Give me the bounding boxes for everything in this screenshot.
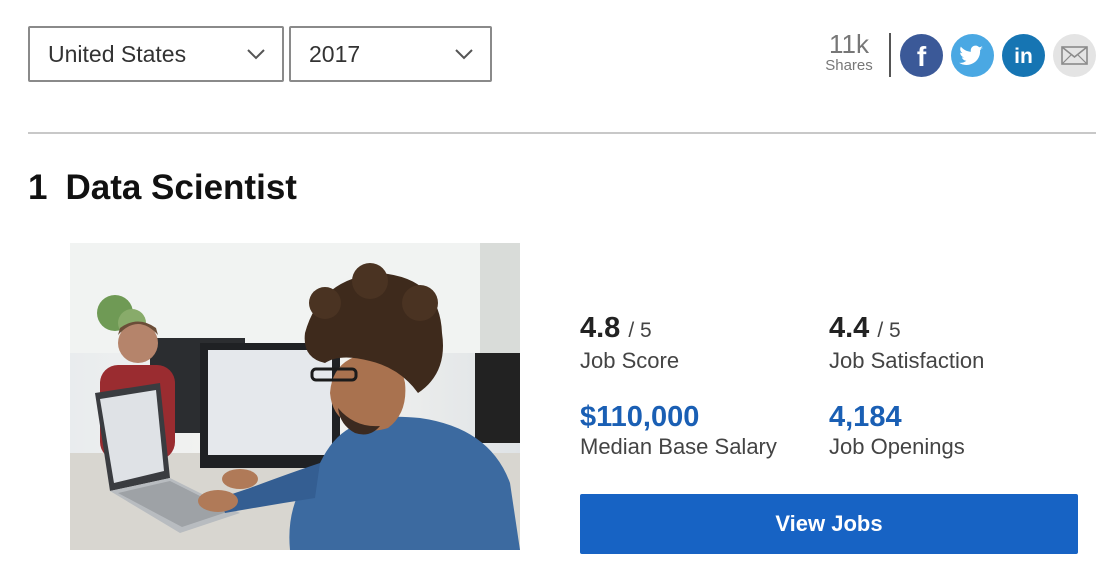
job-openings-stat: 4,184 Job Openings bbox=[829, 402, 965, 460]
year-select-value: 2017 bbox=[309, 40, 361, 67]
email-icon bbox=[1061, 46, 1088, 65]
svg-text:f: f bbox=[917, 41, 927, 72]
job-satisfaction-stat: 4.4 / 5 Job Satisfaction bbox=[829, 313, 984, 374]
country-select[interactable]: United States bbox=[28, 26, 284, 82]
job-heading: 1 Data Scientist bbox=[28, 168, 297, 208]
divider bbox=[889, 33, 891, 77]
job-openings-label: Job Openings bbox=[829, 434, 965, 459]
job-photo bbox=[70, 243, 520, 550]
twitter-share-button[interactable] bbox=[951, 34, 994, 77]
job-score-label: Job Score bbox=[580, 348, 680, 373]
median-salary-label: Median Base Salary bbox=[580, 434, 777, 459]
median-salary-stat: $110,000 Median Base Salary bbox=[580, 402, 777, 460]
svg-text:in: in bbox=[1014, 45, 1033, 68]
job-satisfaction-value-row: 4.4 / 5 bbox=[829, 313, 984, 346]
year-select[interactable]: 2017 bbox=[289, 26, 492, 82]
section-divider bbox=[28, 132, 1096, 134]
job-score-value-row: 4.8 / 5 bbox=[580, 313, 679, 346]
job-satisfaction-label: Job Satisfaction bbox=[829, 348, 985, 373]
facebook-icon: f bbox=[917, 41, 927, 72]
share-count-label: Shares bbox=[825, 57, 873, 74]
email-share-button[interactable] bbox=[1053, 34, 1096, 77]
chevron-down-icon bbox=[247, 49, 265, 60]
twitter-icon bbox=[959, 45, 983, 65]
job-satisfaction-value: 4.4 bbox=[829, 312, 870, 344]
chevron-down-icon bbox=[455, 49, 473, 60]
job-openings-value: 4,184 bbox=[829, 401, 902, 433]
job-score-value: 4.8 bbox=[580, 312, 621, 344]
share-count-value: 11k bbox=[829, 29, 869, 59]
job-score-scale: / 5 bbox=[628, 319, 652, 342]
job-title: Data Scientist bbox=[65, 168, 297, 207]
job-satisfaction-scale: / 5 bbox=[877, 319, 901, 342]
facebook-share-button[interactable]: f bbox=[900, 34, 943, 77]
job-rank: 1 bbox=[28, 168, 48, 207]
job-score-stat: 4.8 / 5 Job Score bbox=[580, 313, 679, 374]
view-jobs-button[interactable]: View Jobs bbox=[580, 494, 1078, 554]
median-salary-value: $110,000 bbox=[580, 401, 700, 433]
country-select-value: United States bbox=[48, 40, 187, 67]
share-count: 11k Shares bbox=[820, 30, 878, 74]
linkedin-icon: in bbox=[1014, 45, 1033, 68]
linkedin-share-button[interactable]: in bbox=[1002, 34, 1045, 77]
